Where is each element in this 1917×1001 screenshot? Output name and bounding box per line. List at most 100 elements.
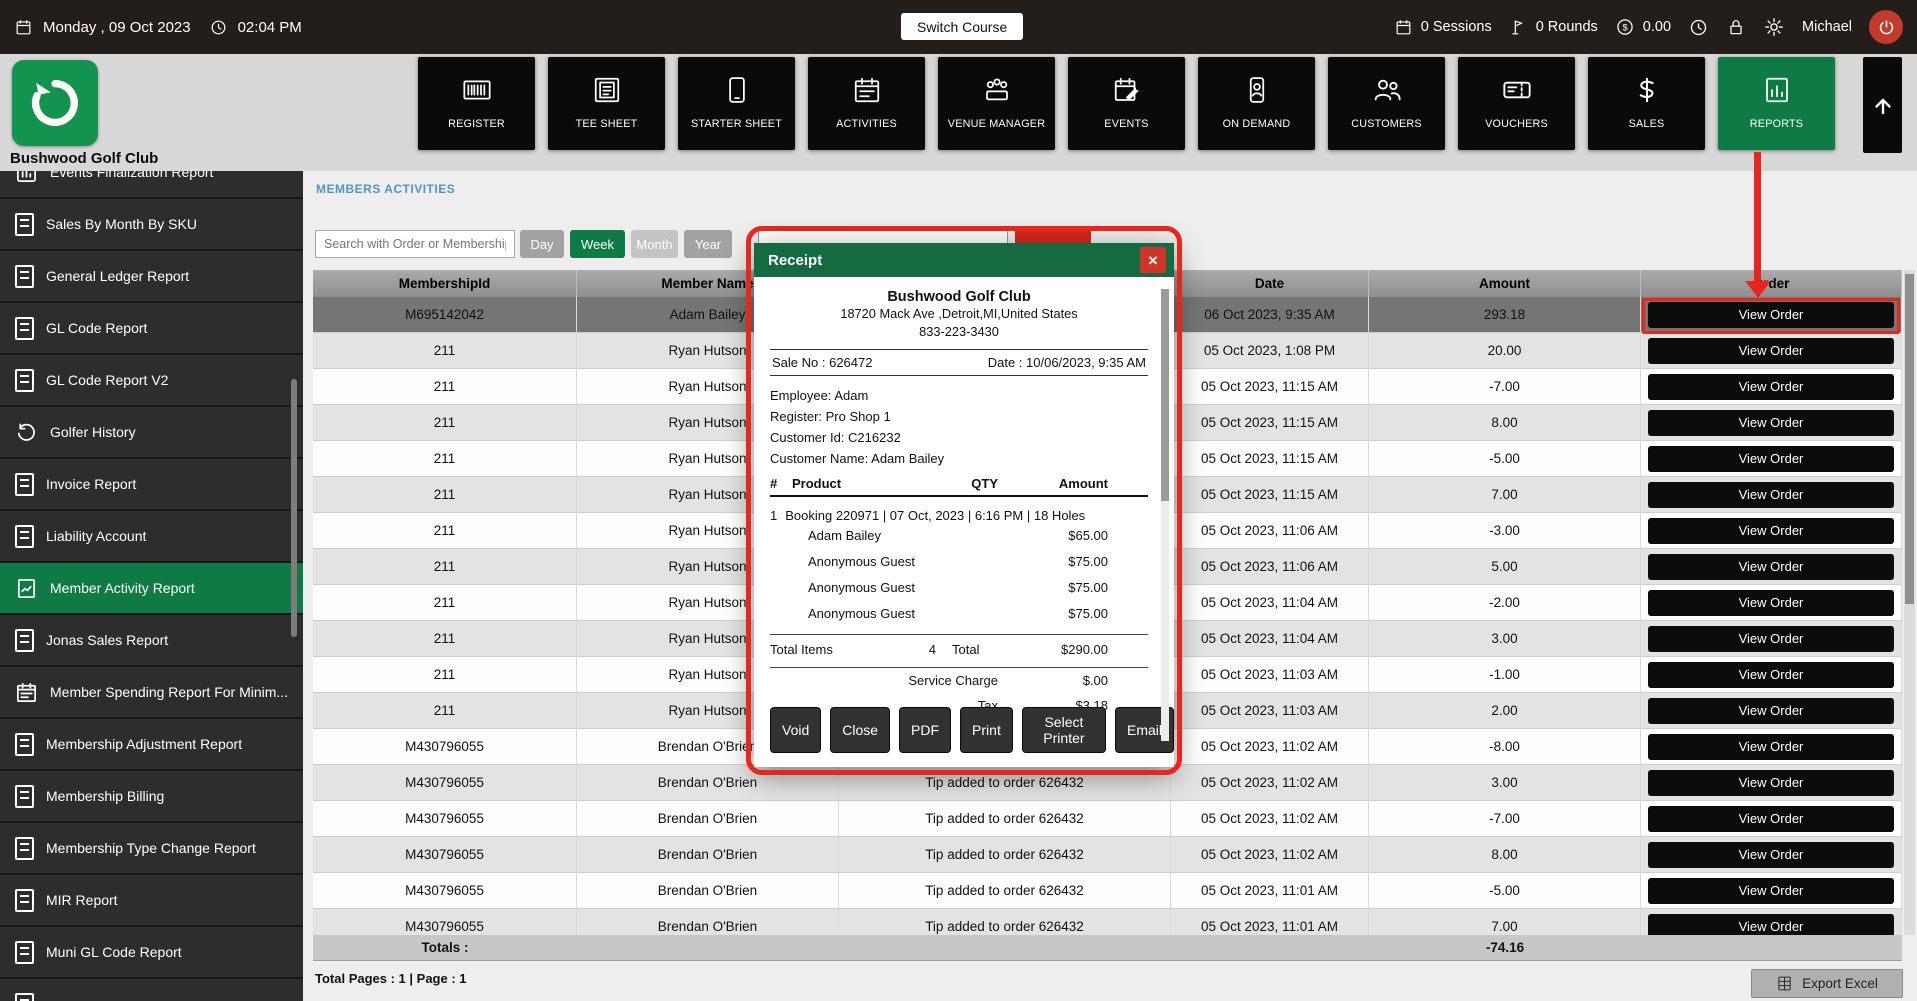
nav-vouchers[interactable]: VOUCHERS (1458, 57, 1575, 150)
power-button[interactable] (1869, 10, 1903, 44)
view-order-button[interactable]: View Order (1648, 913, 1894, 935)
sidebar-item-liability-account[interactable]: Liability Account (0, 511, 303, 561)
table-row[interactable]: M430796055 Brendan O'Brien Tip added to … (313, 801, 1902, 837)
nav-label: TEE SHEET (575, 118, 638, 130)
export-excel-button[interactable]: Export Excel (1751, 969, 1903, 998)
cell-member: Brendan O'Brien (577, 909, 839, 935)
print-button[interactable]: Print (960, 707, 1013, 753)
range-day-button[interactable]: Day (520, 230, 564, 258)
column-order[interactable]: Order (1641, 270, 1902, 297)
nav-on-demand[interactable]: ON DEMAND (1198, 57, 1315, 150)
view-order-button[interactable]: View Order (1648, 553, 1894, 580)
cell-membership-id: M430796055 (313, 765, 577, 800)
rounds-icon (1509, 18, 1528, 37)
sidebar-item-gl-code-report-v2[interactable]: GL Code Report V2 (0, 355, 303, 405)
sidebar-item-membership-adjustment-report[interactable]: Membership Adjustment Report (0, 719, 303, 769)
sessions-indicator[interactable]: 0 Sessions (1394, 18, 1492, 37)
sidebar-item-member-activity-report[interactable]: Member Activity Report (0, 563, 303, 613)
tee-sheet-icon (592, 70, 622, 110)
view-order-button[interactable]: View Order (1648, 625, 1894, 652)
nav-reports[interactable]: REPORTS (1718, 57, 1835, 150)
scroll-top-button[interactable] (1863, 57, 1902, 153)
cell-date: 05 Oct 2023, 11:03 AM (1171, 693, 1369, 728)
table-scrollbar-thumb[interactable] (1905, 274, 1914, 604)
view-order-button[interactable]: View Order (1648, 409, 1894, 436)
sidebar-item-membership-type-change-report[interactable]: Membership Type Change Report (0, 823, 303, 873)
sidebar-item-sales-by-month-by-sku[interactable]: Sales By Month By SKU (0, 199, 303, 249)
view-order-button[interactable]: View Order (1648, 481, 1894, 508)
view-order-button[interactable]: View Order (1648, 301, 1894, 328)
view-order-button[interactable]: View Order (1648, 589, 1894, 616)
range-month-button[interactable]: Month (631, 230, 678, 258)
sidebar-item-golfer-history[interactable]: Golfer History (0, 407, 303, 457)
column-date[interactable]: Date (1171, 270, 1369, 297)
bar-chart-icon (15, 171, 38, 184)
switch-course-button[interactable]: Switch Course (901, 13, 1024, 40)
view-order-button[interactable]: View Order (1648, 877, 1894, 904)
view-order-button[interactable]: View Order (1648, 769, 1894, 796)
sidebar-item-membership-billing[interactable]: Membership Billing (0, 771, 303, 821)
table-row[interactable]: M430796055 Brendan O'Brien Tip added to … (313, 837, 1902, 873)
range-year-button[interactable]: Year (684, 230, 732, 258)
view-order-button[interactable]: View Order (1648, 805, 1894, 832)
column-amount[interactable]: Amount (1369, 270, 1641, 297)
table-row[interactable]: M430796055 Brendan O'Brien Tip added to … (313, 873, 1902, 909)
nav-starter-sheet[interactable]: STARTER SHEET (678, 57, 795, 150)
sidebar-item-member-spending-report[interactable]: Member Spending Report For Minim... (0, 667, 303, 717)
sidebar-item-invoice-report[interactable]: Invoice Report (0, 459, 303, 509)
cell-date: 05 Oct 2023, 11:01 AM (1171, 909, 1369, 935)
user-name[interactable]: Michael (1802, 19, 1852, 35)
balance-indicator[interactable]: $ 0.00 (1615, 17, 1671, 37)
cell-amount: -8.00 (1369, 729, 1641, 764)
receipt-club-name: Bushwood Golf Club (887, 289, 1031, 305)
document-icon (15, 992, 34, 1001)
sidebar-item-gl-code-report[interactable]: GL Code Report (0, 303, 303, 353)
sidebar-item-mir-report[interactable]: MIR Report (0, 875, 303, 925)
search-input[interactable] (315, 230, 515, 258)
rounds-indicator[interactable]: 0 Rounds (1509, 18, 1598, 37)
view-order-button[interactable]: View Order (1648, 337, 1894, 364)
nav-customers[interactable]: CUSTOMERS (1328, 57, 1445, 150)
gear-icon[interactable] (1763, 16, 1785, 38)
sidebar-scrollbar[interactable] (291, 379, 297, 637)
view-order-button[interactable]: View Order (1648, 445, 1894, 472)
nav-activities[interactable]: ACTIVITIES (808, 57, 925, 150)
view-order-button[interactable]: View Order (1648, 841, 1894, 868)
view-order-button[interactable]: View Order (1648, 373, 1894, 400)
app-header: Bushwood Golf Club REGISTER TEE SHEET ST… (0, 54, 1917, 171)
view-order-button[interactable]: View Order (1648, 697, 1894, 724)
void-button[interactable]: Void (770, 707, 822, 753)
sidebar-item-partial[interactable] (0, 979, 303, 1001)
view-order-button[interactable]: View Order (1648, 517, 1894, 544)
sidebar-item-muni-gl-code-report[interactable]: Muni GL Code Report (0, 927, 303, 977)
receipt-scrollbar[interactable] (1161, 289, 1169, 741)
sidebar-item-general-ledger-report[interactable]: General Ledger Report (0, 251, 303, 301)
close-button[interactable]: Close (830, 707, 891, 753)
view-order-button[interactable]: View Order (1648, 733, 1894, 760)
balance-amount: 0.00 (1642, 19, 1672, 35)
sidebar-item-jonas-sales-report[interactable]: Jonas Sales Report (0, 615, 303, 665)
table-row[interactable]: M430796055 Brendan O'Brien Tip added to … (313, 909, 1902, 935)
nav-events[interactable]: EVENTS (1068, 57, 1185, 150)
nav-sales[interactable]: SALES (1588, 57, 1705, 150)
sidebar-item-events-finalization-report[interactable]: Events Finalization Report (0, 171, 303, 197)
club-name: Bushwood Golf Club (10, 150, 159, 167)
reports-icon (1762, 70, 1792, 110)
table-scrollbar[interactable] (1904, 270, 1915, 935)
table-row[interactable]: M430796055 Brendan O'Brien Tip added to … (313, 765, 1902, 801)
column-membership-id[interactable]: MembershipId (313, 270, 577, 297)
receipt-scrollbar-thumb[interactable] (1161, 289, 1169, 501)
lock-icon[interactable] (1726, 17, 1746, 37)
view-order-button[interactable]: View Order (1648, 661, 1894, 688)
select-printer-button[interactable]: Select Printer (1021, 707, 1106, 753)
range-week-button[interactable]: Week (570, 230, 625, 258)
close-icon[interactable]: × (1140, 247, 1166, 273)
pdf-button[interactable]: PDF (899, 707, 952, 753)
cell-date: 05 Oct 2023, 11:15 AM (1171, 405, 1369, 440)
cell-membership-id: 211 (313, 549, 577, 584)
nav-register[interactable]: REGISTER (418, 57, 535, 150)
nav-venue-manager[interactable]: VENUE MANAGER (938, 57, 1055, 150)
nav-tee-sheet[interactable]: TEE SHEET (548, 57, 665, 150)
cell-membership-id: M430796055 (313, 837, 577, 872)
time-clock-icon[interactable] (1688, 17, 1709, 38)
